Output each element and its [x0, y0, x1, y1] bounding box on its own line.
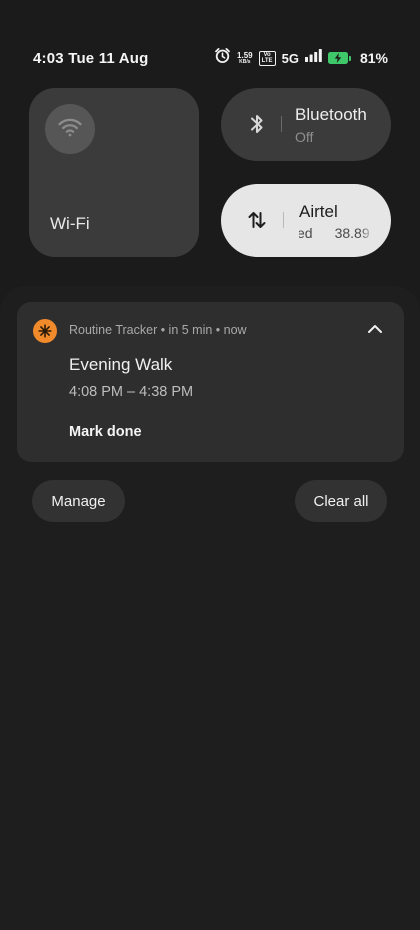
wifi-tile[interactable]: Wi-Fi	[29, 88, 199, 257]
clear-all-button[interactable]: Clear all	[295, 480, 387, 522]
signal-bars-icon	[304, 49, 322, 67]
bluetooth-tile-status: Off	[295, 129, 314, 145]
network-speed-value: 1.59	[237, 50, 253, 60]
notification-shade-screen: 4:03 Tue 11 Aug 1.59 KB/s Vo LTE 5G 81% …	[0, 0, 420, 930]
mobile-data-tile-label: Airtel	[299, 202, 338, 221]
status-icons: 1.59 KB/s Vo LTE 5G 81%	[214, 48, 388, 68]
status-bar: 4:03 Tue 11 Aug 1.59 KB/s Vo LTE 5G 81%	[0, 46, 420, 70]
mobile-data-tile-divider	[283, 212, 284, 228]
mark-done-button[interactable]: Mark done	[69, 424, 142, 440]
bluetooth-tile[interactable]: Bluetooth Off	[221, 88, 391, 161]
network-speed-unit: KB/s	[239, 58, 251, 65]
bluetooth-icon	[247, 112, 267, 136]
network-speed: 1.59 KB/s	[237, 50, 253, 65]
mobile-data-marquee: ed 38.89	[299, 225, 374, 243]
notification-time-range: 4:08 PM – 4:38 PM	[69, 384, 194, 400]
notification-header: Routine Tracker • in 5 min • now	[69, 323, 247, 337]
routine-tracker-icon	[33, 319, 57, 343]
bluetooth-tile-label: Bluetooth	[295, 105, 367, 124]
network-type: 5G	[281, 50, 299, 66]
volte-badge: Vo LTE	[258, 50, 276, 66]
bluetooth-tile-divider	[281, 116, 282, 132]
chevron-up-icon[interactable]	[366, 320, 384, 338]
data-transfer-icon	[247, 209, 267, 231]
volte-bottom: LTE	[261, 58, 273, 64]
wifi-tile-label: Wi-Fi	[50, 214, 90, 233]
mobile-data-status-text: ed	[299, 225, 313, 241]
alarm-clock-icon	[214, 47, 231, 69]
wifi-icon-circle[interactable]	[45, 104, 95, 154]
notification-title: Evening Walk	[69, 355, 173, 374]
status-time-date: 4:03 Tue 11 Aug	[33, 50, 149, 67]
battery-charging-icon	[327, 52, 351, 64]
mobile-data-tile[interactable]: Airtel ed 38.89	[221, 184, 391, 257]
wifi-icon	[58, 117, 82, 142]
manage-button[interactable]: Manage	[32, 480, 125, 522]
routine-tracker-notification[interactable]: Routine Tracker • in 5 min • now Evening…	[17, 302, 404, 462]
battery-percent: 81%	[359, 50, 388, 66]
